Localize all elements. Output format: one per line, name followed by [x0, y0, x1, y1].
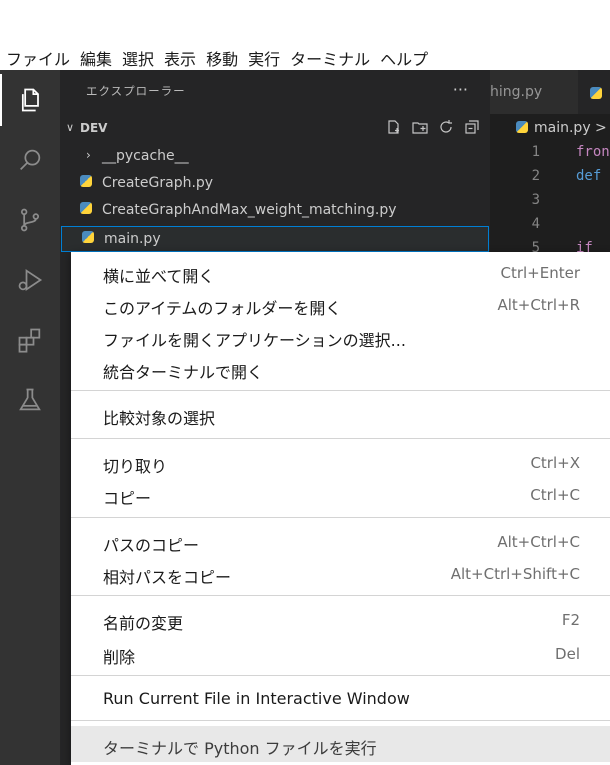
menu-item-label: コピー	[103, 489, 152, 508]
menu-item-label: ターミナルで Python ファイルを実行	[103, 739, 377, 758]
collapse-all-icon[interactable]	[464, 119, 480, 139]
extensions-icon[interactable]	[0, 314, 60, 366]
menu-separator	[71, 390, 610, 391]
line-number: 2	[531, 168, 540, 184]
tree-item-label: main.py	[104, 231, 161, 247]
menu-item-label: 名前の変更	[103, 614, 184, 633]
python-file-icon[interactable]	[590, 84, 602, 103]
menu-item-shortcut: Ctrl+C	[530, 486, 580, 504]
menu-terminal[interactable]: ターミナル	[290, 46, 370, 70]
breadcrumb[interactable]: main.py >	[516, 120, 607, 136]
menu-file[interactable]: ファイル	[6, 46, 70, 70]
menu-item-label: Run Current File in Interactive Window	[103, 689, 410, 708]
menu-go[interactable]: 移動	[206, 46, 238, 70]
menu-item-shortcut: Alt+Ctrl+C	[497, 533, 580, 551]
menu-edit[interactable]: 編集	[80, 46, 112, 70]
breadcrumb-label: main.py >	[534, 120, 607, 136]
menu-item-shortcut: F2	[561, 611, 580, 629]
menu-item-label: 横に並べて開く	[103, 267, 215, 286]
menu-item-shortcut: Alt+Ctrl+Shift+C	[450, 565, 580, 583]
tree-item-creategraph-max[interactable]: CreateGraphAndMax_weight_matching.py	[60, 198, 490, 224]
python-file-icon	[80, 202, 94, 216]
line-numbers: 1 2 3 4 5	[490, 144, 546, 264]
menu-item-rename[interactable]: 名前の変更 F2	[71, 603, 610, 635]
code-line: def	[576, 168, 602, 184]
menu-item-label: 切り取り	[103, 457, 168, 476]
tree-item-creategraph[interactable]: CreateGraph.py	[60, 171, 490, 197]
menu-separator	[71, 595, 610, 596]
menu-item-label: このアイテムのフォルダーを開く	[103, 299, 342, 318]
menu-item-run-interactive[interactable]: Run Current File in Interactive Window	[71, 682, 610, 714]
refresh-icon[interactable]	[438, 119, 454, 139]
run-debug-icon[interactable]	[0, 254, 60, 306]
activity-bar	[0, 70, 60, 765]
new-folder-icon[interactable]	[412, 119, 428, 139]
menu-item-copy-path[interactable]: パスのコピー Alt+Ctrl+C	[71, 525, 610, 557]
section-actions	[386, 119, 480, 139]
workspace-name: DEV	[80, 121, 108, 135]
menu-item-label: 比較対象の選択	[103, 409, 216, 428]
menu-item-select-for-compare[interactable]: 比較対象の選択	[71, 398, 610, 430]
chevron-down-icon: ∨	[66, 121, 75, 134]
context-menu: 横に並べて開く Ctrl+Enter このアイテムのフォルダーを開く Alt+C…	[71, 252, 610, 765]
more-actions-icon[interactable]: ···	[453, 80, 468, 99]
menu-help[interactable]: ヘルプ	[380, 46, 428, 70]
source-control-icon[interactable]	[0, 194, 60, 246]
code-line: fron	[576, 144, 610, 160]
explorer-icon[interactable]	[0, 74, 60, 126]
code-text[interactable]: fron def if	[576, 144, 610, 264]
menu-item-shortcut: Alt+Ctrl+R	[497, 296, 580, 314]
menu-item-label: 統合ターミナルで開く	[103, 363, 264, 382]
menu-item-delete[interactable]: 削除 Del	[71, 637, 610, 669]
python-file-icon	[80, 175, 94, 189]
menu-item-shortcut: Del	[555, 645, 580, 663]
menu-item-shortcut: Ctrl+Enter	[500, 264, 580, 282]
chevron-right-icon: ›	[86, 148, 91, 162]
menu-items: ファイル 編集 選択 表示 移動 実行 ターミナル ヘルプ	[6, 46, 428, 70]
tab-bar: hing.py	[490, 70, 610, 114]
menu-view[interactable]: 表示	[164, 46, 196, 70]
testing-icon[interactable]	[0, 374, 60, 426]
menu-item-copy[interactable]: コピー Ctrl+C	[71, 478, 610, 510]
menu-selection[interactable]: 選択	[122, 46, 154, 70]
menu-run[interactable]: 実行	[248, 46, 280, 70]
line-number: 1	[531, 144, 540, 160]
new-file-icon[interactable]	[386, 119, 402, 139]
menu-item-open-in-terminal[interactable]: 統合ターミナルで開く	[71, 352, 610, 384]
menu-item-cut[interactable]: 切り取り Ctrl+X	[71, 446, 610, 478]
menu-item-label: ファイルを開くアプリケーションの選択...	[103, 331, 406, 350]
tree-item-label: __pycache__	[102, 148, 189, 164]
tab-matching[interactable]: hing.py	[490, 70, 578, 114]
menu-separator	[71, 720, 610, 721]
menu-item-reveal-folder[interactable]: このアイテムのフォルダーを開く Alt+Ctrl+R	[71, 288, 610, 320]
menu-item-label: 削除	[103, 648, 136, 667]
tree-item-pycache[interactable]: › __pycache__	[60, 144, 490, 170]
tree-item-main[interactable]: main.py	[61, 226, 489, 252]
tree-item-label: CreateGraph.py	[102, 175, 214, 191]
menu-item-copy-relative-path[interactable]: 相対パスをコピー Alt+Ctrl+Shift+C	[71, 557, 610, 589]
python-file-icon	[82, 231, 96, 245]
menu-item-open-with[interactable]: ファイルを開くアプリケーションの選択...	[71, 320, 610, 352]
menu-item-open-to-side[interactable]: 横に並べて開く Ctrl+Enter	[71, 256, 610, 288]
python-file-icon	[516, 121, 528, 133]
workspace-section-header[interactable]: ∨ DEV	[60, 118, 490, 140]
menu-separator	[71, 517, 610, 518]
sidebar-title: エクスプローラー	[86, 84, 186, 98]
menu-item-shortcut: Ctrl+X	[530, 454, 580, 472]
tree-item-label: CreateGraphAndMax_weight_matching.py	[102, 202, 397, 218]
menu-item-run-python-in-terminal[interactable]: ターミナルで Python ファイルを実行	[71, 726, 610, 762]
menu-separator	[71, 675, 610, 676]
line-number: 3	[531, 192, 540, 208]
menu-item-label: パスのコピー	[103, 536, 200, 555]
menu-separator	[71, 438, 610, 439]
line-number: 4	[531, 216, 540, 232]
search-icon[interactable]	[0, 134, 60, 186]
menu-bar: ファイル 編集 選択 表示 移動 実行 ターミナル ヘルプ	[0, 0, 610, 70]
menu-item-label: 相対パスをコピー	[103, 568, 232, 587]
